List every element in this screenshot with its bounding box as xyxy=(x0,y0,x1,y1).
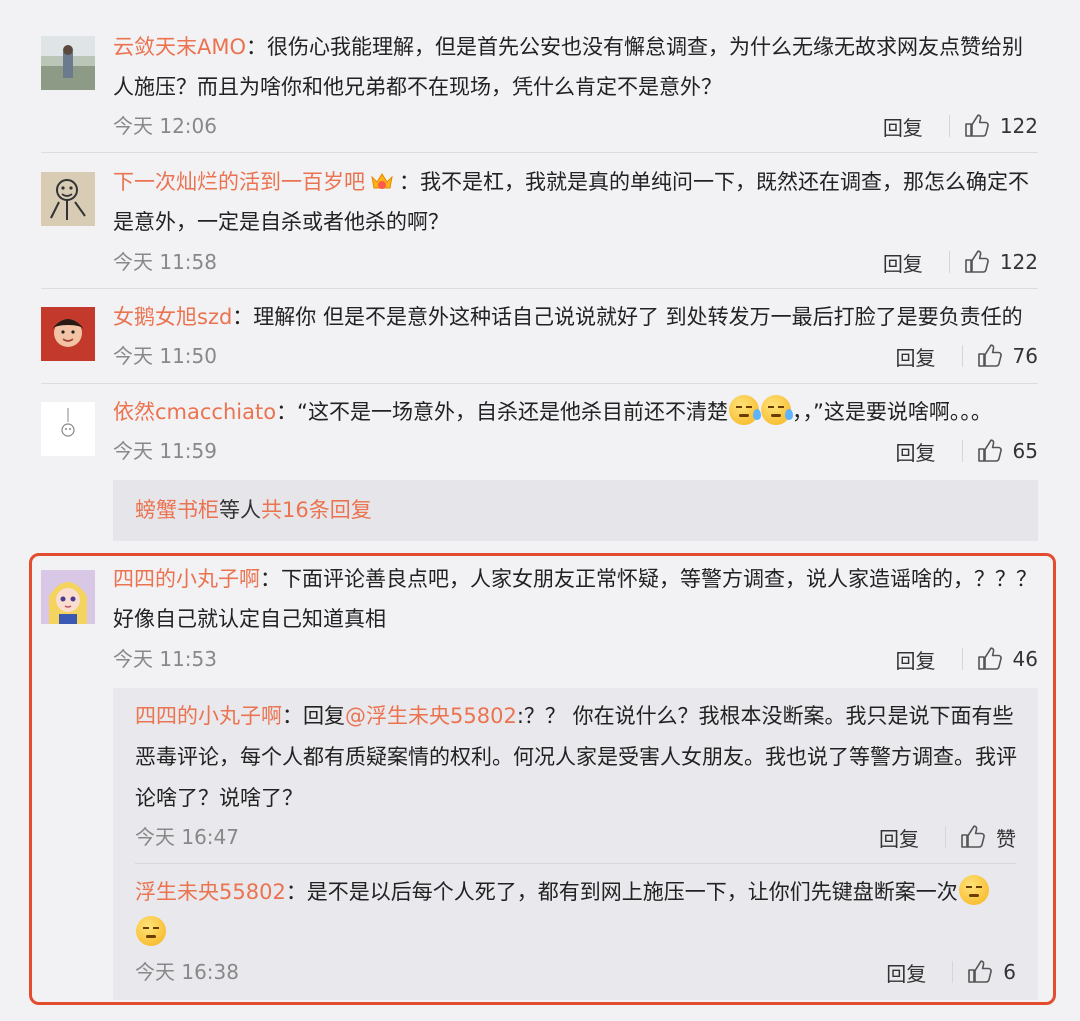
reply-button[interactable]: 回复 xyxy=(879,823,919,852)
reply-button[interactable]: 回复 xyxy=(896,645,936,674)
username-link[interactable]: 四四的小丸子啊 xyxy=(135,704,282,728)
username-link[interactable]: 下一次灿烂的活到一百岁吧 xyxy=(113,170,365,194)
comment-body: ：理解你 但是不是意外这种话自己说说就好了 到处转发万一最后打脸了是要负责任的 xyxy=(232,305,1023,329)
crown-badge-icon xyxy=(371,173,393,189)
reply-button[interactable]: 回复 xyxy=(883,112,923,141)
username-link[interactable]: 女鹅女旭szd xyxy=(113,305,232,329)
timestamp: 今天 11:58 xyxy=(113,250,217,274)
divider xyxy=(41,288,1038,289)
reply-button[interactable]: 回复 xyxy=(886,958,926,987)
comment-text: 云敛天末AMO：很伤心我能理解，但是首先公安也没有懈怠调查，为什么无缘无故求网友… xyxy=(113,27,1038,107)
avatar[interactable] xyxy=(41,402,95,456)
more-replies-middle: 等人 xyxy=(219,498,261,522)
thumbs-up-icon xyxy=(977,344,1002,367)
comment-meta: 今天 11:53 回复 46 xyxy=(113,641,1038,677)
comment-body: ：很伤心我能理解，但是首先公安也没有懈怠调查，为什么无缘无故求网友点赞给别人施压… xyxy=(113,35,1024,99)
more-replies-link[interactable]: 螃蟹书柜 等人 共16条回复 xyxy=(113,480,1038,541)
replies-panel: 四四的小丸子啊：回复@浮生未央55802:？？ 你在说什么？我根本没断案。我只是… xyxy=(113,688,1038,1000)
divider xyxy=(952,961,954,983)
like-button[interactable]: 65 xyxy=(977,439,1038,463)
comment-body-end: ，，”这是要说啥啊。。。 xyxy=(791,400,992,424)
smirk-emoji-icon xyxy=(136,916,166,946)
divider xyxy=(961,440,963,462)
like-count: 76 xyxy=(1012,344,1038,368)
reply-meta: 今天 16:38 回复 6 xyxy=(135,955,1016,989)
username-link[interactable]: 依然cmacchiato xyxy=(113,400,276,424)
like-button[interactable]: 122 xyxy=(964,114,1038,138)
like-count: 6 xyxy=(1003,960,1016,984)
avatar[interactable] xyxy=(41,36,95,90)
divider xyxy=(41,383,1038,384)
timestamp: 今天 11:53 xyxy=(113,647,217,671)
like-button[interactable]: 122 xyxy=(964,250,1038,274)
crying-emoji-icon xyxy=(728,395,761,425)
avatar[interactable] xyxy=(41,570,95,624)
comment-meta: 今天 11:50 回复 76 xyxy=(113,338,1038,374)
thumbs-up-icon xyxy=(965,250,989,273)
comment-meta: 今天 12:06 回复 122 xyxy=(113,108,1038,144)
like-button[interactable]: 6 xyxy=(967,960,1016,984)
comment-meta: 今天 11:59 回复 65 xyxy=(113,433,1038,469)
like-count: 122 xyxy=(999,114,1038,138)
reply-body: ：是不是以后每个人死了，都有到网上施压一下，让你们先键盘断案一次 xyxy=(285,880,958,904)
timestamp: 今天 16:47 xyxy=(135,825,239,849)
avatar[interactable] xyxy=(41,307,95,361)
divider xyxy=(945,826,946,848)
like-button[interactable]: 76 xyxy=(977,344,1038,368)
thumbs-up-icon xyxy=(961,825,985,848)
reply-button[interactable]: 回复 xyxy=(883,248,923,277)
divider xyxy=(41,152,1038,153)
like-count: 46 xyxy=(1012,647,1038,671)
avatar[interactable] xyxy=(41,172,95,226)
like-count: 65 xyxy=(1012,439,1038,463)
comment-text: 女鹅女旭szd：理解你 但是不是意外这种话自己说说就好了 到处转发万一最后打脸了… xyxy=(113,297,1038,337)
comment-body: ：“这不是一场意外，自杀还是他杀目前还不清楚 xyxy=(276,400,728,424)
comment-meta: 今天 11:58 回复 122 xyxy=(113,244,1038,280)
mention-link[interactable]: @浮生未央55802 xyxy=(345,704,517,728)
reply-text: 四四的小丸子啊：回复@浮生未央55802:？？ 你在说什么？我根本没断案。我只是… xyxy=(135,696,1020,819)
reply-count-link[interactable]: 共16条回复 xyxy=(261,480,372,541)
reply-button[interactable]: 回复 xyxy=(896,342,936,371)
divider xyxy=(961,345,963,367)
smirk-emoji-icon xyxy=(958,875,989,905)
timestamp: 今天 11:59 xyxy=(113,439,217,463)
timestamp: 今天 11:50 xyxy=(113,344,217,368)
like-button[interactable]: 46 xyxy=(977,647,1038,671)
divider xyxy=(948,251,950,273)
top-edge xyxy=(0,0,1080,10)
divider xyxy=(948,115,950,137)
like-count: 赞 xyxy=(996,826,1016,851)
thumbs-up-icon xyxy=(968,960,993,983)
timestamp: 今天 16:38 xyxy=(135,960,239,984)
thumbs-up-icon xyxy=(965,114,989,137)
reply-button[interactable]: 回复 xyxy=(896,437,936,466)
divider xyxy=(135,863,1016,864)
username-link[interactable]: 云敛天末AMO xyxy=(113,35,246,59)
reply-text: 浮生未央55802：是不是以后每个人死了，都有到网上施压一下，让你们先键盘断案一… xyxy=(135,872,1020,954)
comment-text: 下一次灿烂的活到一百岁吧 ：我不是杠，我就是真的单纯问一下，既然还在调查，那怎么确… xyxy=(113,162,1038,242)
like-count: 122 xyxy=(999,250,1038,274)
crying-emoji-icon xyxy=(760,395,793,425)
username-link[interactable]: 四四的小丸子啊 xyxy=(113,567,260,591)
username-link[interactable]: 浮生未央55802 xyxy=(135,880,286,904)
comment-text: 四四的小丸子啊：下面评论善良点吧，人家女朋友正常怀疑，等警方调查，说人家造谣啥的… xyxy=(113,559,1038,639)
timestamp: 今天 12:06 xyxy=(113,114,217,138)
like-button[interactable]: 赞 xyxy=(960,823,1016,852)
divider xyxy=(961,648,963,670)
reply-user-link[interactable]: 螃蟹书柜 xyxy=(135,480,219,541)
thumbs-up-icon xyxy=(977,647,1002,670)
reply-prefix: ：回复 xyxy=(282,704,345,728)
thumbs-up-icon xyxy=(977,439,1002,462)
reply-meta: 今天 16:47 回复 赞 xyxy=(135,820,1016,854)
comment-text: 依然cmacchiato：“这不是一场意外，自杀还是他杀目前还不清楚 ，，”这是要… xyxy=(113,392,1038,432)
